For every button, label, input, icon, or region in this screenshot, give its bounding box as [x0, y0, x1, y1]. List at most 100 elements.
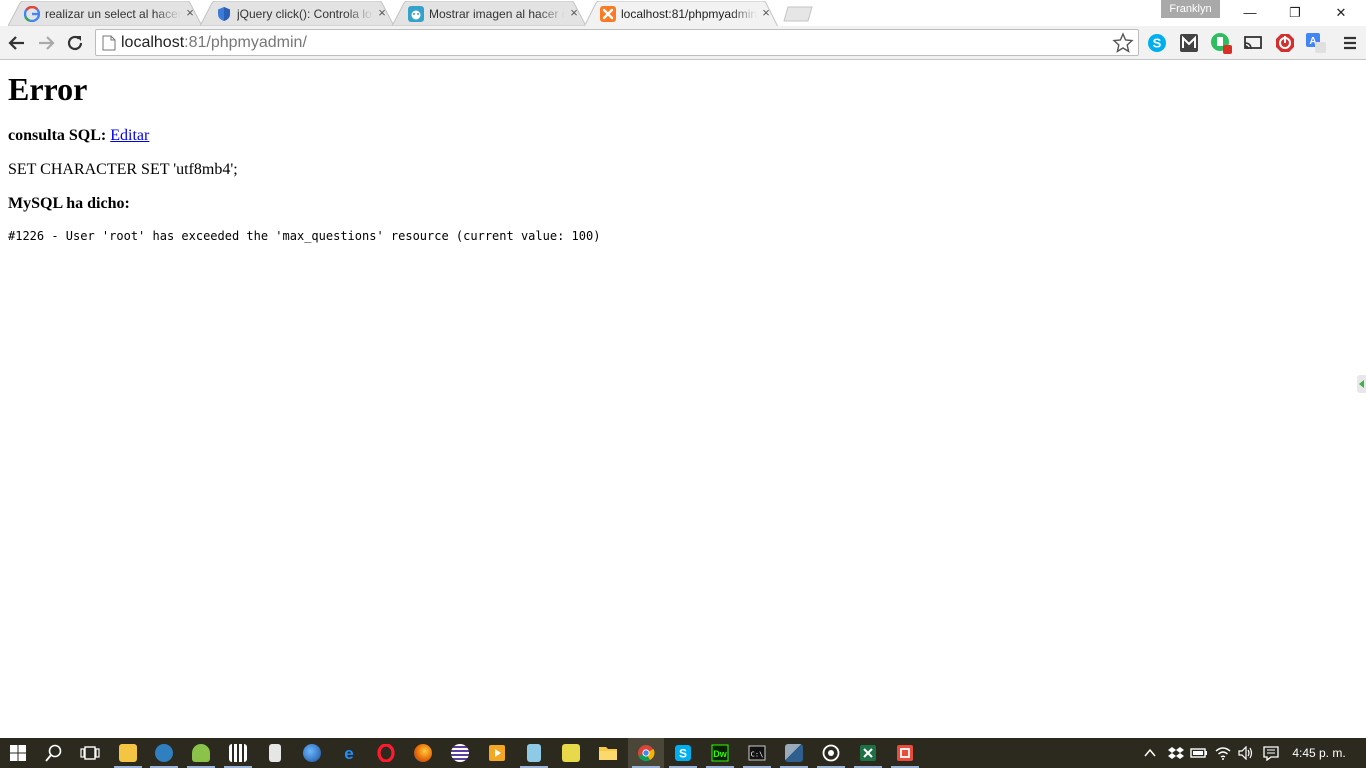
tab-close-icon[interactable]: × [760, 6, 772, 19]
url-text: localhost:81/phpmyadmin/ [121, 34, 307, 52]
minimize-button[interactable]: — [1227, 0, 1273, 26]
taskbar-globe[interactable] [294, 738, 330, 768]
title-bar: realizar un select al hacer × jQuery cli… [0, 0, 1366, 27]
edit-link[interactable]: Editar [110, 127, 149, 144]
close-window-button[interactable]: ✕ [1318, 0, 1364, 26]
forward-button[interactable] [33, 30, 59, 56]
edge-icon: e [344, 744, 353, 762]
tab-close-icon[interactable]: × [376, 6, 388, 19]
translate-extension[interactable]: A [1305, 32, 1327, 54]
globe-icon [303, 744, 321, 762]
taskbar-firefox[interactable] [405, 738, 441, 768]
volume-icon [1238, 746, 1253, 760]
svg-text:S: S [1153, 36, 1162, 51]
taskbar-sticky-notes[interactable] [553, 738, 589, 768]
taskbar-clock[interactable]: 4:45 p. m. [1288, 738, 1350, 768]
taskbar-excel[interactable] [850, 738, 886, 768]
taskbar-media-player[interactable] [479, 738, 515, 768]
tab-close-icon[interactable]: × [184, 6, 196, 19]
calculator-grid-icon [229, 744, 247, 762]
page-content: Error consulta SQL: Editar SET CHARACTER… [0, 61, 1366, 738]
evernote-extension[interactable] [1210, 32, 1232, 54]
address-bar[interactable]: localhost:81/phpmyadmin/ [95, 29, 1139, 56]
taskbar-grid[interactable] [220, 738, 256, 768]
dreamweaver-icon: Dw [711, 744, 729, 762]
new-tab-button[interactable] [782, 6, 814, 22]
forward-arrow-icon [39, 36, 55, 50]
start-button[interactable] [0, 738, 36, 768]
url-path: :81/phpmyadmin/ [184, 34, 307, 51]
calculator-icon [269, 744, 281, 762]
dropbox-icon [1168, 747, 1184, 759]
page-icon [102, 35, 116, 51]
skype-icon: S [1148, 34, 1166, 52]
back-arrow-icon [8, 36, 24, 50]
taskbar-dreamweaver[interactable]: Dw [702, 738, 738, 768]
profile-button[interactable]: Franklyn [1161, 0, 1220, 18]
reload-icon [67, 35, 83, 51]
tray-battery[interactable] [1188, 738, 1210, 768]
taskbar-chrome[interactable] [628, 738, 664, 768]
cast-extension[interactable] [1242, 32, 1264, 54]
chrome-menu-button[interactable] [1339, 32, 1361, 54]
restore-button[interactable]: ❐ [1272, 0, 1318, 26]
battery-icon [1190, 748, 1207, 758]
tray-wifi[interactable] [1212, 738, 1234, 768]
tab-jquery-click[interactable]: jQuery click(): Controla los × [200, 1, 394, 26]
taskbar-opera[interactable] [368, 738, 404, 768]
svg-text:e: e [344, 744, 353, 762]
url-host: localhost [121, 34, 185, 51]
taskbar-camera[interactable] [813, 738, 849, 768]
search-button[interactable] [36, 738, 72, 768]
back-button[interactable] [4, 30, 30, 56]
sql-label: consulta SQL: [8, 127, 107, 144]
adblock-extension[interactable] [1274, 32, 1296, 54]
office-icon [897, 745, 913, 761]
tab-mostrar-imagen[interactable]: Mostrar imagen al hacer c × [392, 1, 586, 26]
taskbar-skype[interactable]: S [665, 738, 701, 768]
m-extension[interactable] [1178, 32, 1200, 54]
wifi-icon [1215, 747, 1231, 760]
tray-volume[interactable] [1235, 738, 1257, 768]
taskbar-android[interactable] [183, 738, 219, 768]
sql-query-text: SET CHARACTER SET 'utf8mb4'; [8, 161, 238, 178]
browser-toolbar: localhost:81/phpmyadmin/ S A [0, 26, 1366, 60]
taskbar-notepad[interactable] [516, 738, 552, 768]
taskbar-sql[interactable] [776, 738, 812, 768]
taskbar-files[interactable] [110, 738, 146, 768]
files-icon [119, 744, 137, 762]
bookmark-star-icon[interactable] [1112, 32, 1134, 54]
taskbar-cmd[interactable]: C:\ [739, 738, 775, 768]
evernote-badge-icon [1211, 33, 1232, 54]
taskbar-file-explorer[interactable] [590, 738, 626, 768]
tab-title: realizar un select al hacer [45, 7, 181, 21]
side-panel-handle[interactable] [1357, 375, 1366, 393]
cmd-label: C:\ [751, 751, 764, 759]
tray-dropbox[interactable] [1165, 738, 1187, 768]
page-title: Error [8, 71, 88, 107]
skype-extension[interactable]: S [1146, 32, 1168, 54]
taskbar-sync[interactable] [146, 738, 182, 768]
chevron-up-icon [1144, 748, 1156, 757]
camera-icon [822, 744, 840, 762]
notification-icon [1263, 746, 1279, 761]
taskbar-eclipse[interactable] [442, 738, 478, 768]
media-player-icon [489, 745, 505, 761]
task-view-button[interactable] [72, 738, 108, 768]
dreamweaver-label: Dw [713, 749, 727, 759]
mysql-response-header: MySQL ha dicho: [8, 195, 130, 213]
tray-overflow-button[interactable] [1140, 738, 1160, 768]
reload-button[interactable] [62, 30, 88, 56]
tray-action-center[interactable] [1259, 738, 1283, 768]
taskbar-edge[interactable]: e [331, 738, 367, 768]
svg-text:S: S [679, 747, 687, 761]
tab-google-search[interactable]: realizar un select al hacer × [8, 1, 202, 26]
windows-taskbar: e S Dw C:\ 4:45 p. m. [0, 738, 1366, 768]
cmd-icon: C:\ [748, 745, 766, 761]
taskbar-office[interactable] [887, 738, 923, 768]
taskbar-calculator[interactable] [257, 738, 293, 768]
tab-close-icon[interactable]: × [568, 6, 580, 19]
opera-icon [377, 744, 395, 762]
tab-phpmyadmin[interactable]: localhost:81/phpmyadmin × [584, 1, 778, 27]
translate-icon: A [1306, 33, 1326, 53]
